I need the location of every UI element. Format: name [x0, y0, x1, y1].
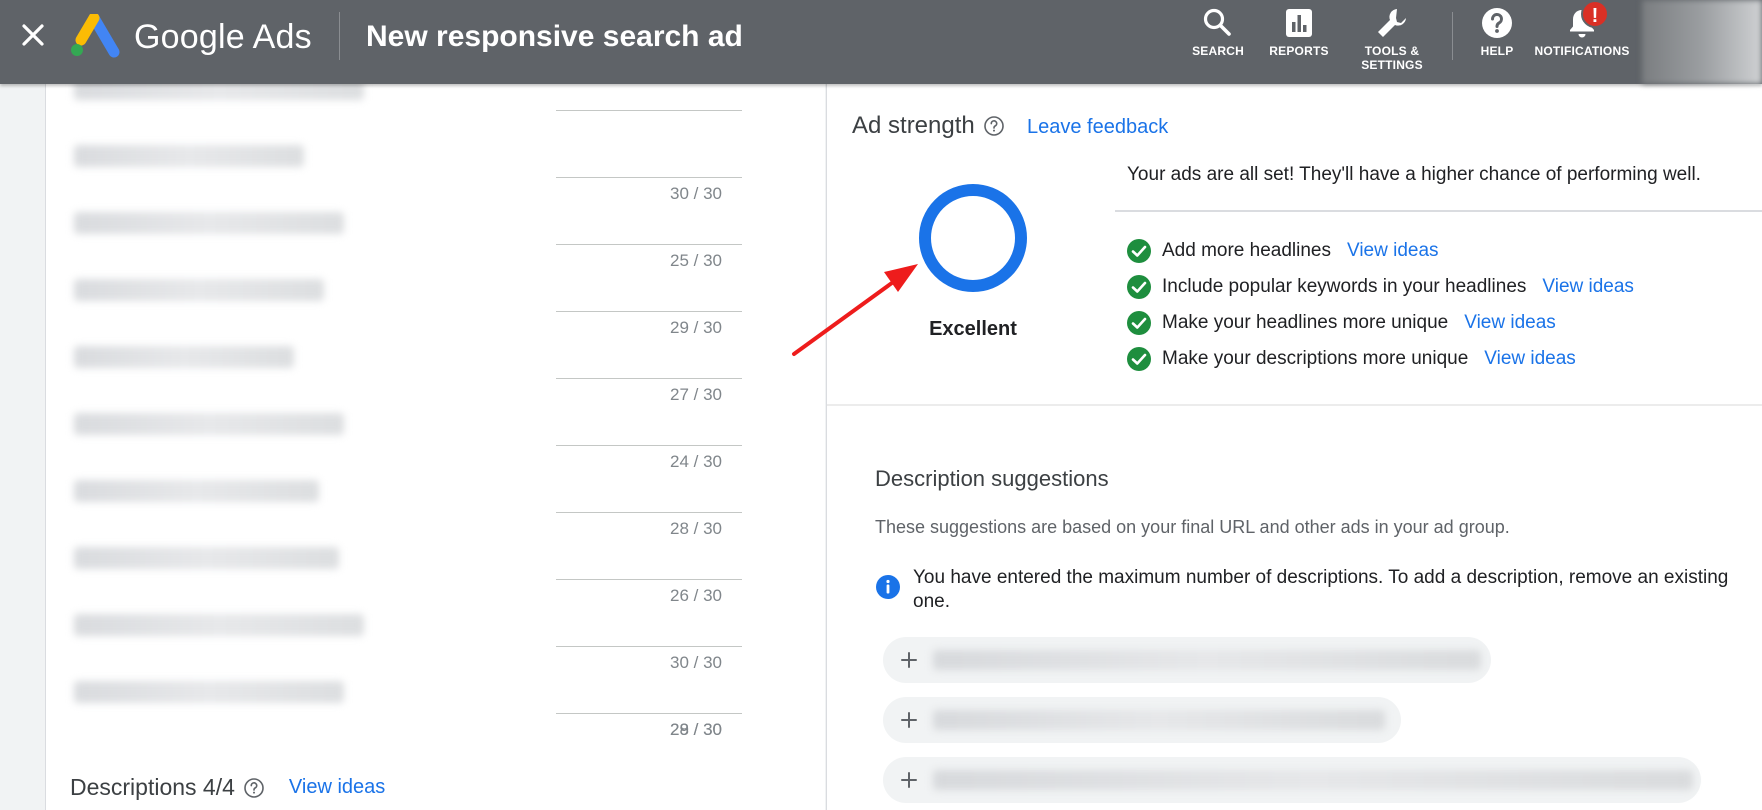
check-circle-icon [1127, 239, 1151, 263]
headlines-panel: 30 / 30 25 / 30 29 / 30 27 / 30 24 / 30 … [45, 64, 825, 810]
suggestion-chip[interactable] [883, 757, 1701, 803]
plus-icon [901, 652, 917, 668]
suggestion-text [933, 650, 1481, 670]
headline-row: 29 / 30 [66, 265, 786, 337]
tip-text: Make your headlines more unique [1162, 312, 1449, 333]
headline-input[interactable] [66, 198, 556, 244]
page-title: New responsive search ad [366, 20, 743, 53]
check-circle-icon [1127, 275, 1151, 299]
topbar-divider-2 [1452, 12, 1453, 60]
nav-tools-label-line1: TOOLS & [1364, 44, 1420, 58]
help-circle-icon[interactable] [243, 777, 265, 799]
ad-strength-header: Ad strength [852, 112, 1005, 140]
tip-text: Include popular keywords in your headlin… [1162, 276, 1527, 297]
notification-badge: ! [1581, 0, 1609, 28]
headline-input[interactable] [66, 265, 556, 311]
nav-reports-label: REPORTS [1269, 44, 1329, 58]
list-item: Add more headlines View ideas [1126, 233, 1634, 269]
headline-input[interactable] [66, 332, 556, 378]
list-item: Include popular keywords in your headlin… [1126, 269, 1634, 305]
ad-strength-tips: Add more headlines View ideas Include po… [1126, 233, 1634, 377]
product-name: Google Ads [134, 18, 312, 56]
nav-help-label: HELP [1480, 44, 1514, 58]
search-icon [1203, 8, 1231, 36]
headline-input[interactable] [66, 533, 556, 579]
suggestions-subtitle: These suggestions are based on your fina… [875, 517, 1510, 537]
nav-help[interactable]: HELP [1472, 6, 1522, 78]
nav-search-label: SEARCH [1192, 44, 1244, 58]
ad-strength-panel: Ad strength Leave feedback Excellent You… [826, 84, 1762, 810]
headline-input[interactable] [66, 131, 556, 177]
nav-notifications[interactable]: NOTIFICATIONS ! [1534, 0, 1630, 78]
suggestion-chip[interactable] [883, 637, 1491, 683]
tip-view-ideas-link[interactable]: View ideas [1347, 240, 1439, 262]
headline-input[interactable] [66, 466, 556, 512]
headline-input[interactable] [66, 399, 556, 445]
suggestion-text [933, 710, 1385, 730]
plus-icon [901, 772, 917, 788]
info-message: You have entered the maximum number of d… [875, 566, 1755, 614]
wrench-icon [1378, 9, 1406, 37]
headline-row: 28 / 30 [66, 466, 786, 538]
ad-strength-gauge-icon [919, 184, 1027, 292]
suggestions-title: Description suggestions [875, 466, 1109, 491]
nav-tools-label-line2: SETTINGS [1361, 58, 1423, 72]
account-avatar[interactable] [1642, 0, 1762, 84]
tip-view-ideas-link[interactable]: View ideas [1484, 348, 1576, 370]
list-item: Make your headlines more unique View ide… [1126, 305, 1634, 341]
leave-feedback-link[interactable]: Leave feedback [1027, 116, 1168, 139]
bar-chart-icon [1286, 9, 1312, 37]
descriptions-title: Descriptions 4/4 [70, 774, 235, 800]
headline-row: 27 / 30 [66, 332, 786, 404]
nav-tools-settings[interactable]: TOOLS & SETTINGS [1350, 6, 1434, 78]
tip-text: Make your descriptions more unique [1162, 348, 1469, 369]
headline-input[interactable] [66, 600, 556, 646]
headline-row: 25 / 30 [66, 198, 786, 270]
headline-row: 30 / 30 [66, 600, 786, 672]
info-icon [876, 575, 900, 599]
suggestion-chip[interactable] [883, 697, 1401, 743]
close-button[interactable] [14, 16, 52, 54]
help-icon [1482, 8, 1512, 38]
info-text: You have entered the maximum number of d… [913, 567, 1729, 612]
list-item: Make your descriptions more unique View … [1126, 341, 1634, 377]
headline-row: 24 / 30 [66, 399, 786, 471]
check-circle-icon [1127, 347, 1151, 371]
headline-row: 30 / 30 [66, 131, 786, 203]
close-icon [22, 24, 44, 46]
headline-row: 28 / 30 [66, 720, 786, 774]
tip-text: Add more headlines [1162, 240, 1331, 261]
top-app-bar: Google Ads New responsive search ad SEAR… [0, 0, 1762, 84]
ad-strength-title: Ad strength [852, 112, 975, 139]
plus-icon [901, 712, 917, 728]
topbar-divider [339, 12, 340, 60]
nav-reports[interactable]: REPORTS [1264, 6, 1334, 78]
descriptions-view-ideas-link[interactable]: View ideas [289, 776, 385, 799]
check-circle-icon [1127, 311, 1151, 335]
ad-strength-message: Your ads are all set! They'll have a hig… [1127, 164, 1701, 185]
tip-view-ideas-link[interactable]: View ideas [1542, 276, 1634, 298]
divider [827, 404, 1762, 406]
suggestion-text [933, 770, 1693, 790]
google-ads-logo-icon [71, 14, 120, 58]
nav-tools-label: TOOLS & SETTINGS [1361, 44, 1423, 72]
tip-view-ideas-link[interactable]: View ideas [1464, 312, 1556, 334]
ad-strength-rating: Excellent [929, 318, 1017, 340]
nav-search[interactable]: SEARCH [1188, 6, 1248, 78]
headline-row: 26 / 30 [66, 533, 786, 605]
help-circle-icon[interactable] [983, 115, 1005, 137]
descriptions-header: Descriptions 4/4 View ideas [70, 774, 385, 801]
nav-notifications-label: NOTIFICATIONS [1534, 44, 1630, 58]
divider [1115, 210, 1762, 212]
headline-char-count: 28 / 30 [670, 720, 722, 739]
headline-input[interactable] [66, 667, 556, 713]
